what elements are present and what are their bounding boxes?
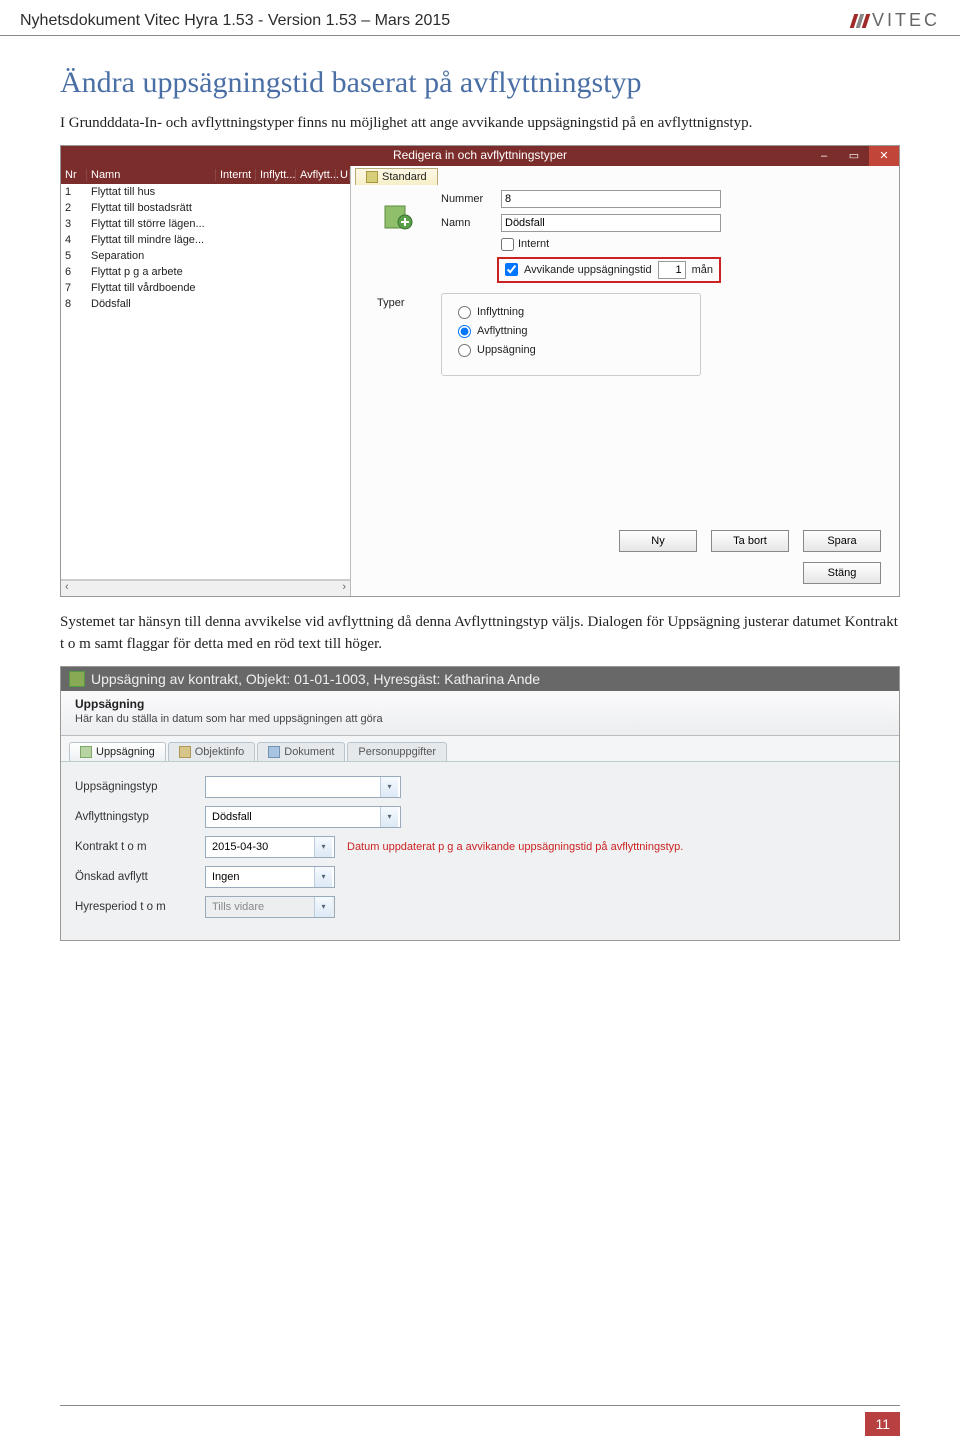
form-icon [381, 200, 415, 234]
tab-personuppgifter[interactable]: Personuppgifter [347, 742, 447, 761]
window-title: Redigera in och avflyttningstyper [393, 148, 567, 162]
chevron-down-icon: ▾ [314, 897, 332, 917]
uppsagningstyp-combo[interactable]: ▾ [205, 776, 401, 798]
avvikande-checkbox[interactable] [505, 263, 518, 276]
nummer-label: Nummer [441, 193, 501, 205]
spara-button[interactable]: Spara [803, 530, 881, 552]
typer-label: Typer [377, 297, 405, 309]
chevron-down-icon[interactable]: ▾ [380, 807, 398, 827]
radio-uppsagning[interactable] [458, 344, 471, 357]
tab-icon [80, 746, 92, 758]
chevron-down-icon[interactable]: ▾ [314, 837, 332, 857]
kontrakt-label: Kontrakt t o m [75, 841, 205, 853]
list-item: 5Separation [61, 248, 350, 264]
mid-paragraph: Systemet tar hänsyn till denna avvikelse… [60, 611, 900, 656]
tab-dokument[interactable]: Dokument [257, 742, 345, 761]
list-item: 4Flyttat till mindre läge... [61, 232, 350, 248]
minimize-icon[interactable]: – [809, 146, 839, 166]
tab-objektinfo[interactable]: Objektinfo [168, 742, 256, 761]
tab-icon [268, 746, 280, 758]
chevron-down-icon[interactable]: ▾ [314, 867, 332, 887]
panel-description: Här kan du ställa in datum som har med u… [75, 713, 383, 725]
screenshot-editor-window: Redigera in och avflyttningstyper – ▭ ✕ … [60, 145, 900, 597]
window-titlebar: Redigera in och avflyttningstyper – ▭ ✕ [61, 146, 899, 166]
tab-icon [179, 746, 191, 758]
avflyttningstyp-combo[interactable]: ▾ [205, 806, 401, 828]
list-item: 1Flyttat till hus [61, 184, 350, 200]
hyresperiod-combo: ▾ [205, 896, 335, 918]
type-list-panel: Nr Namn Internt Inflytt... Avflytt... U … [61, 166, 351, 596]
list-item: 7Flyttat till vårdboende [61, 280, 350, 296]
kontrakt-date[interactable]: ▾ [205, 836, 335, 858]
chevron-down-icon[interactable]: ▾ [380, 777, 398, 797]
internt-label: Internt [518, 238, 549, 250]
maximize-icon[interactable]: ▭ [839, 146, 869, 166]
namn-input[interactable] [501, 214, 721, 232]
page-number: 11 [865, 1412, 900, 1436]
avflyttningstyp-label: Avflyttningstyp [75, 811, 205, 823]
tab-icon [366, 171, 378, 183]
vitec-logo: VITEC [852, 10, 940, 31]
list-header: Nr Namn Internt Inflytt... Avflytt... U [61, 166, 350, 184]
list-item: 2Flyttat till bostadsrätt [61, 200, 350, 216]
avvikande-label: Avvikande uppsägningstid [524, 264, 652, 276]
tab-uppsagning[interactable]: Uppsägning [69, 742, 166, 761]
avvikande-unit: mån [692, 264, 713, 276]
stang-button[interactable]: Stäng [803, 562, 881, 584]
avvikande-highlight: Avvikande uppsägningstid mån [497, 257, 721, 283]
internt-checkbox[interactable] [501, 238, 514, 251]
list-item: 3Flyttat till större lägen... [61, 216, 350, 232]
dialog-titlebar: Uppsägning av kontrakt, Objekt: 01-01-10… [61, 667, 899, 691]
tab-standard[interactable]: Standard [355, 168, 438, 185]
document-title: Nyhetsdokument Vitec Hyra 1.53 - Version… [20, 12, 450, 30]
namn-label: Namn [441, 217, 501, 229]
list-item: 8Dödsfall [61, 296, 350, 312]
hyresperiod-label: Hyresperiod t o m [75, 901, 205, 913]
panel-title: Uppsägning [75, 697, 885, 711]
intro-paragraph: I Grundddata-In- och avflyttningstyper f… [60, 112, 900, 135]
kontrakt-warning-note: Datum uppdaterat p g a avvikande uppsägn… [347, 841, 683, 853]
uppsagningstyp-label: Uppsägningstyp [75, 781, 205, 793]
tabort-button[interactable]: Ta bort [711, 530, 789, 552]
section-heading: Ändra uppsägningstid baserat på avflyttn… [60, 66, 900, 100]
horizontal-scrollbar[interactable]: ‹› [61, 580, 350, 596]
avvikande-value-input[interactable] [658, 261, 686, 279]
dialog-title-icon [69, 671, 85, 687]
page-footer: 11 [60, 1405, 900, 1436]
list-item: 6Flyttat p g a arbete [61, 264, 350, 280]
close-icon[interactable]: ✕ [869, 146, 899, 166]
radio-inflyttning[interactable] [458, 306, 471, 319]
ny-button[interactable]: Ny [619, 530, 697, 552]
onskad-label: Önskad avflytt [75, 871, 205, 883]
radio-avflyttning[interactable] [458, 325, 471, 338]
dialog-tabs: Uppsägning Objektinfo Dokument Personupp… [61, 736, 899, 762]
screenshot-uppsagning-dialog: Uppsägning av kontrakt, Objekt: 01-01-10… [60, 666, 900, 941]
onskad-combo[interactable]: ▾ [205, 866, 335, 888]
page-header: Nyhetsdokument Vitec Hyra 1.53 - Version… [0, 0, 960, 36]
dialog-description-panel: Uppsägning Här kan du ställa in datum so… [61, 691, 899, 736]
nummer-input[interactable] [501, 190, 721, 208]
